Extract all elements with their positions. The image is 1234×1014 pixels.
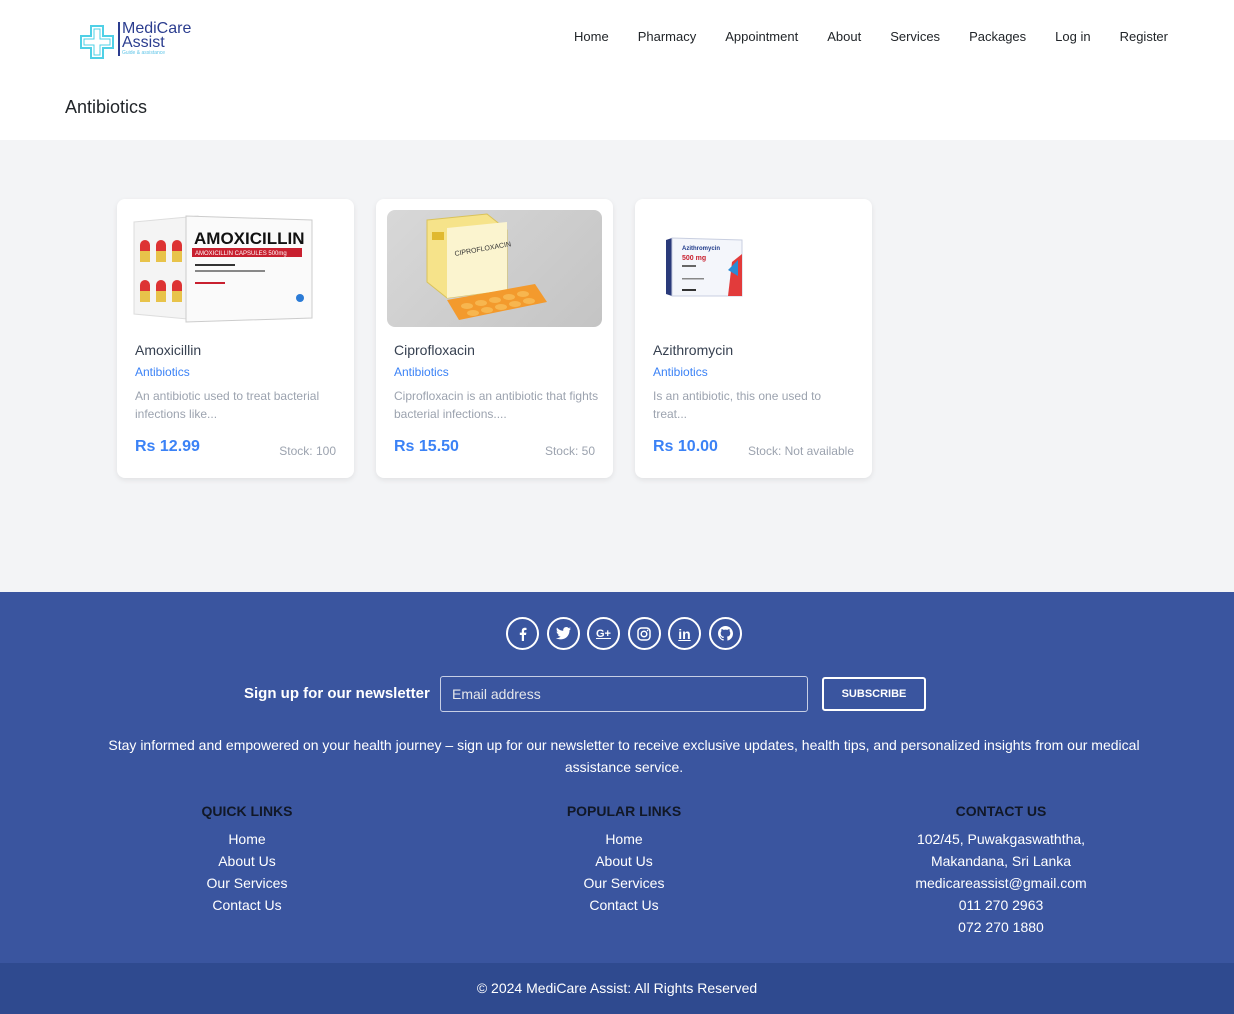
nav-pharmacy[interactable]: Pharmacy	[638, 29, 697, 45]
amoxicillin-box-label: AMOXICILLIN	[194, 229, 305, 248]
page-title: Antibiotics	[65, 97, 148, 117]
popular-link-home[interactable]: Home	[474, 828, 774, 850]
subscribe-button[interactable]: SUBSCRIBE	[822, 677, 926, 711]
newsletter-label: Sign up for our newsletter	[244, 685, 430, 702]
product-name[interactable]: Ciprofloxacin	[394, 342, 475, 358]
quick-links-title: QUICK LINKS	[201, 803, 293, 819]
popular-link-contact[interactable]: Contact Us	[474, 894, 774, 916]
social-links: G+ in	[506, 617, 749, 650]
amoxicillin-package-image: AMOXICILLIN AMOXICILLIN CAPSULES 500mg	[128, 210, 343, 327]
contact-email[interactable]: medicareassist@gmail.com	[851, 872, 1151, 894]
nav-home[interactable]: Home	[574, 29, 609, 45]
quick-link-services[interactable]: Our Services	[97, 872, 397, 894]
product-stock: Stock: 50	[544, 444, 595, 458]
product-card[interactable]: CIPROFLOXACIN Ciprofloxacin Antibiotics	[376, 199, 613, 478]
product-grid: AMOXICILLIN AMOXICILLIN CAPSULES 500mg A…	[0, 140, 1234, 592]
product-card[interactable]: AMOXICILLIN AMOXICILLIN CAPSULES 500mg A…	[117, 199, 354, 478]
contact-column: CONTACT US 102/45, Puwakgaswaththa, Maka…	[851, 802, 1151, 938]
contact-phone-2[interactable]: 072 270 1880	[851, 916, 1151, 938]
quick-links-column: QUICK LINKS Home About Us Our Services C…	[97, 802, 397, 916]
product-description: Ciprofloxacin is an antibiotic that figh…	[394, 389, 599, 421]
nav-about[interactable]: About	[827, 29, 861, 45]
product-name[interactable]: Azithromycin	[653, 342, 733, 358]
brand-name-line2: Assist	[122, 34, 165, 51]
nav-login[interactable]: Log in	[1055, 29, 1090, 45]
azithromycin-package-image: Azithromycin 500 mg	[646, 210, 861, 327]
newsletter-description: Stay informed and empowered on your heal…	[108, 737, 1140, 775]
main-nav: Home Pharmacy Appointment About Services…	[545, 29, 1168, 45]
quick-link-about[interactable]: About Us	[97, 850, 397, 872]
product-price: Rs 10.00	[653, 438, 718, 455]
popular-link-about[interactable]: About Us	[474, 850, 774, 872]
product-price: Rs 12.99	[135, 438, 200, 455]
nav-register[interactable]: Register	[1120, 29, 1168, 45]
copyright-bar: © 2024 MediCare Assist: All Rights Reser…	[0, 963, 1234, 1014]
popular-links-title: POPULAR LINKS	[566, 803, 682, 819]
contact-phone-1[interactable]: 011 270 2963	[851, 894, 1151, 916]
site-header: MediCare Assist Guide & assistance Home …	[0, 0, 1234, 140]
product-category[interactable]: Antibiotics	[394, 365, 449, 379]
popular-links-column: POPULAR LINKS Home About Us Our Services…	[474, 802, 774, 916]
medical-cross-icon	[80, 25, 114, 59]
facebook-icon[interactable]	[506, 617, 539, 650]
quick-link-home[interactable]: Home	[97, 828, 397, 850]
product-stock: Stock: Not available	[747, 444, 854, 458]
product-description: Is an antibiotic, this one used to treat…	[653, 389, 822, 421]
nav-packages[interactable]: Packages	[969, 29, 1026, 45]
instagram-icon[interactable]	[627, 617, 661, 650]
contact-title: CONTACT US	[955, 803, 1047, 819]
azithromycin-box-label: Azithromycin	[682, 246, 720, 252]
nav-services[interactable]: Services	[890, 29, 940, 45]
amoxicillin-box-sub: AMOXICILLIN CAPSULES 500mg	[195, 251, 287, 257]
product-category[interactable]: Antibiotics	[135, 365, 190, 379]
twitter-icon[interactable]	[546, 617, 580, 650]
quick-link-contact[interactable]: Contact Us	[97, 894, 397, 916]
google-plus-icon[interactable]: G+	[587, 617, 620, 650]
nav-appointment[interactable]: Appointment	[725, 29, 798, 45]
product-price: Rs 15.50	[394, 438, 459, 455]
product-card[interactable]: Azithromycin 500 mg Azithromycin Antibio…	[635, 199, 872, 478]
product-stock: Stock: 100	[279, 444, 336, 458]
brand-tagline: Guide & assistance	[122, 50, 166, 56]
linkedin-icon[interactable]: in	[668, 617, 701, 650]
github-icon[interactable]	[708, 617, 742, 650]
product-description: An antibiotic used to treat bacterial in…	[135, 389, 320, 421]
product-name[interactable]: Amoxicillin	[135, 342, 201, 358]
product-category[interactable]: Antibiotics	[653, 365, 708, 379]
popular-link-services[interactable]: Our Services	[474, 872, 774, 894]
contact-address-line1: 102/45, Puwakgaswaththa,	[916, 831, 1086, 847]
contact-address-line2: Makandana, Sri Lanka	[930, 853, 1072, 869]
ciprofloxacin-package-image: CIPROFLOXACIN	[387, 210, 602, 327]
newsletter-email-input[interactable]	[440, 676, 808, 712]
azithromycin-box-sub: 500 mg	[682, 255, 706, 262]
site-footer: G+ in Sign up for our newsletter SUBSCRI…	[0, 592, 1234, 964]
brand-name: MediCare Assist Guide & assistance	[118, 21, 191, 56]
